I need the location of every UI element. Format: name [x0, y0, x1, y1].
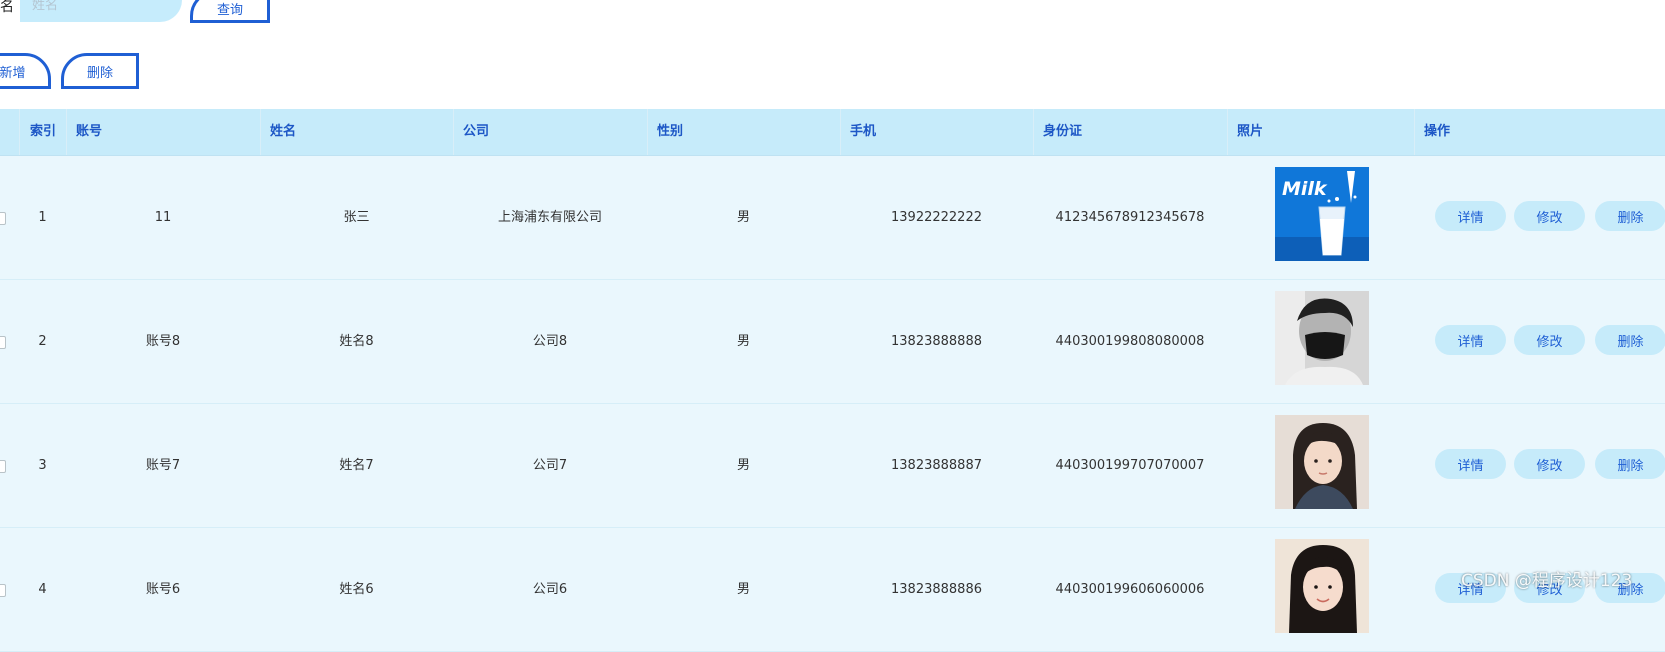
- cell-index: 2: [38, 334, 47, 349]
- detail-button[interactable]: 详情: [1435, 325, 1506, 355]
- girl-portrait-image: [1275, 415, 1369, 509]
- edit-button[interactable]: 修改: [1514, 201, 1585, 231]
- cell-name: 张三: [343, 210, 370, 225]
- cell-phone: 13823888887: [891, 458, 982, 473]
- header-gender[interactable]: 性别: [657, 109, 683, 155]
- user-photo[interactable]: [1275, 291, 1369, 385]
- name-search-input[interactable]: [20, 0, 182, 22]
- cell-index: 1: [38, 210, 47, 225]
- cell-index: 3: [38, 458, 47, 473]
- header-company[interactable]: 公司: [463, 109, 489, 155]
- delete-button[interactable]: 删除: [1595, 201, 1665, 231]
- user-photo[interactable]: Milk: [1275, 167, 1369, 261]
- masked-person-image: [1275, 291, 1369, 385]
- cell-account: 账号8: [145, 334, 181, 349]
- table-row: 3 账号7 姓名7 公司7 男 13823888887 440300199707…: [0, 404, 1665, 528]
- user-photo[interactable]: [1275, 539, 1369, 633]
- cell-name: 姓名7: [339, 458, 374, 473]
- cell-gender: 男: [736, 334, 750, 349]
- query-button[interactable]: 查询: [190, 0, 270, 23]
- cell-id-card: 440300199707070007: [1055, 458, 1205, 473]
- cell-phone: 13823888888: [891, 334, 982, 349]
- cell-name: 姓名8: [339, 334, 374, 349]
- table-row: 1 11 张三 上海浦东有限公司 男 13922222222 412345678…: [0, 156, 1665, 280]
- detail-button[interactable]: 详情: [1435, 449, 1506, 479]
- detail-button[interactable]: 详情: [1435, 201, 1506, 231]
- cell-id-card: 440300199808080008: [1055, 334, 1205, 349]
- cell-id-card: 440300199606060006: [1055, 582, 1205, 597]
- cell-phone: 13922222222: [891, 210, 982, 225]
- cell-gender: 男: [736, 210, 750, 225]
- data-table: 索引 账号 姓名 公司 性别 手机 身份证 照片 操作 1 11 张三 上海浦东…: [0, 109, 1665, 652]
- header-name[interactable]: 姓名: [270, 109, 296, 155]
- table-row: 2 账号8 姓名8 公司8 男 13823888888 440300199808…: [0, 280, 1665, 404]
- add-button[interactable]: 新增: [0, 53, 51, 89]
- header-id-card[interactable]: 身份证: [1043, 109, 1082, 155]
- cell-name: 姓名6: [339, 582, 374, 597]
- cell-gender: 男: [736, 582, 750, 597]
- header-photo[interactable]: 照片: [1237, 109, 1263, 155]
- delete-button[interactable]: 删除: [1595, 325, 1665, 355]
- table-row: 4 账号6 姓名6 公司6 男 13823888886 440300199606…: [0, 528, 1665, 652]
- search-label: 名: [0, 0, 14, 15]
- cell-index: 4: [38, 582, 47, 597]
- batch-delete-button[interactable]: 删除: [61, 53, 139, 89]
- cell-company: 公司7: [532, 458, 568, 473]
- girl-portrait-2-image: [1275, 539, 1369, 633]
- milk-poster-image: Milk: [1275, 167, 1369, 261]
- cell-account: 账号7: [145, 458, 181, 473]
- cell-company: 上海浦东有限公司: [497, 210, 602, 225]
- cell-account: 账号6: [145, 582, 181, 597]
- cell-company: 公司8: [532, 334, 568, 349]
- table-header: 索引 账号 姓名 公司 性别 手机 身份证 照片 操作: [0, 109, 1665, 156]
- delete-button[interactable]: 删除: [1595, 449, 1665, 479]
- row-checkbox[interactable]: [0, 212, 6, 225]
- milk-text: Milk: [1282, 178, 1328, 200]
- edit-button[interactable]: 修改: [1514, 325, 1585, 355]
- row-checkbox[interactable]: [0, 584, 6, 597]
- header-index[interactable]: 索引: [30, 109, 56, 155]
- cell-gender: 男: [736, 458, 750, 473]
- cell-phone: 13823888886: [891, 582, 982, 597]
- cell-company: 公司6: [532, 582, 568, 597]
- row-checkbox[interactable]: [0, 336, 6, 349]
- user-photo[interactable]: [1275, 415, 1369, 509]
- row-checkbox[interactable]: [0, 460, 6, 473]
- header-actions: 操作: [1424, 124, 1451, 139]
- header-phone[interactable]: 手机: [850, 109, 876, 155]
- cell-account: 11: [154, 210, 172, 225]
- header-account[interactable]: 账号: [76, 109, 102, 155]
- edit-button[interactable]: 修改: [1514, 449, 1585, 479]
- cell-id-card: 412345678912345678: [1055, 210, 1205, 225]
- watermark: CSDN @程序设计123: [1461, 571, 1633, 591]
